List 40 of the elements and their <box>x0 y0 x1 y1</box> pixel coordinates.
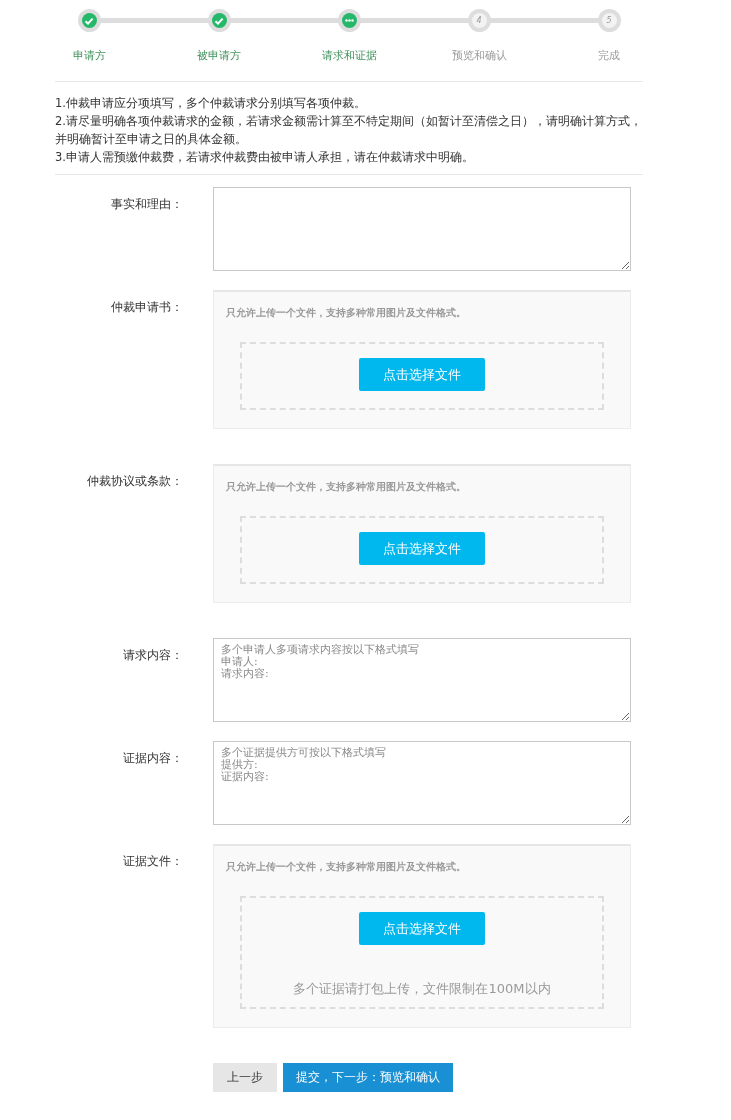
check-icon <box>214 15 224 26</box>
field-label: 仲裁申请书： <box>110 300 183 315</box>
field-label: 证据文件： <box>122 854 183 869</box>
drop-zone[interactable]: 点击选择文件 <box>240 342 604 410</box>
field-label: 请求内容： <box>122 648 183 663</box>
drop-zone[interactable]: 点击选择文件 <box>240 516 604 584</box>
step-label: 被申请方 <box>197 48 241 63</box>
field-label: 证据内容： <box>122 751 183 766</box>
upload-hint: 只允许上传一个文件，支持多种常用图片及文件格式。 <box>226 480 467 494</box>
placeholder-text: 申请人: <box>221 656 258 668</box>
choose-file-button[interactable]: 点击选择文件 <box>359 532 485 565</box>
upload-note: 多个证据请打包上传，文件限制在100M以内 <box>293 980 551 998</box>
upload-hint: 只允许上传一个文件，支持多种常用图片及文件格式。 <box>226 306 467 320</box>
choose-file-button[interactable]: 点击选择文件 <box>359 912 485 945</box>
placeholder-text: 提供方: <box>221 759 258 771</box>
step-label: 完成 <box>598 48 620 63</box>
text-area[interactable] <box>213 187 631 271</box>
step-label: 申请方 <box>72 48 106 63</box>
text-area[interactable] <box>213 741 631 825</box>
back-button[interactable]: 上一步 <box>213 1063 277 1092</box>
placeholder-text: 多个申请人多项请求内容按以下格式填写 <box>221 644 419 656</box>
placeholder-text: 多个证据提供方可按以下格式填写 <box>221 747 386 759</box>
submit-button[interactable]: 提交，下一步：预览和确认 <box>283 1063 453 1092</box>
field-label: 仲裁协议或条款： <box>86 474 183 489</box>
placeholder-text: 证据内容: <box>221 771 269 783</box>
check-icon <box>84 15 94 26</box>
instruction-text: 3.申请人需预缴仲裁费，若请求仲裁费由被申请人承担，请在仲裁请求中明确。 <box>55 149 475 166</box>
drop-zone[interactable]: 点击选择文件 多个证据请打包上传，文件限制在100M以内 <box>240 896 604 1009</box>
step-label: 预览和确认 <box>451 48 507 63</box>
choose-file-button[interactable]: 点击选择文件 <box>359 358 485 391</box>
step-number: 4 <box>476 16 482 25</box>
step-number: 5 <box>606 16 612 25</box>
instruction-text: 1.仲裁申请应分项填写，多个仲裁请求分别填写各项仲裁。 <box>55 95 367 112</box>
step-label: 请求和证据 <box>321 48 377 63</box>
text-area[interactable] <box>213 638 631 722</box>
ellipsis-icon <box>344 19 354 22</box>
field-label: 事实和理由： <box>110 197 183 212</box>
placeholder-text: 请求内容: <box>221 668 269 680</box>
instruction-text: 2.请尽量明确各项仲裁请求的金额，若请求金额需计算至不特定期间（如暂计至清偿之日），请明确计算方式，并明确暂计至申请之日的具体金额。 <box>55 113 643 148</box>
upload-hint: 只允许上传一个文件，支持多种常用图片及文件格式。 <box>226 860 467 874</box>
